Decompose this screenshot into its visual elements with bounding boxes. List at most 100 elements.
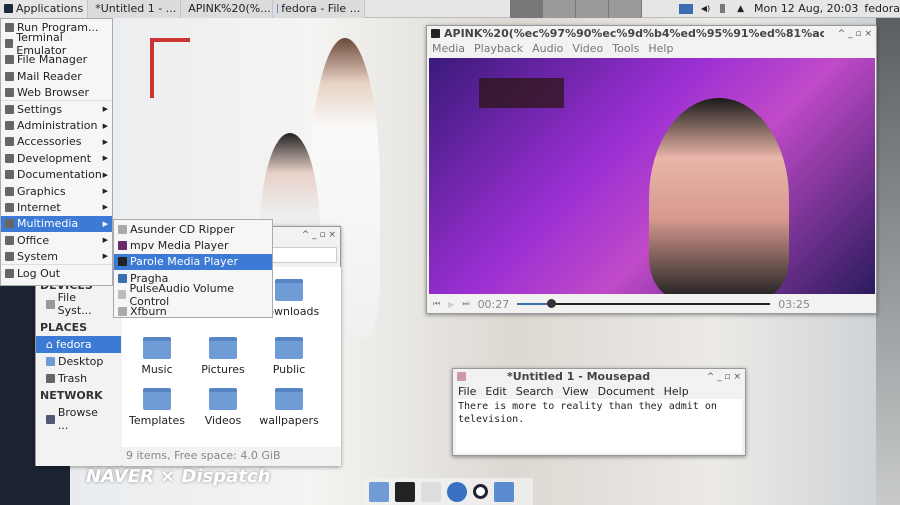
- clock[interactable]: Mon 12 Aug, 20:03: [754, 2, 858, 15]
- file-item-wallpapers[interactable]: wallpapers: [254, 388, 324, 427]
- next-icon[interactable]: ⏭: [462, 299, 469, 309]
- task-parole[interactable]: APINK%20(%...: [181, 0, 274, 18]
- menu-help[interactable]: Help: [648, 42, 673, 55]
- submenu-item-label: Asunder CD Ripper: [130, 222, 235, 236]
- folder-icon[interactable]: [494, 481, 514, 502]
- menu-item-label: Settings: [17, 102, 63, 116]
- menu-item-label: Internet: [17, 200, 61, 214]
- seek-slider[interactable]: [517, 299, 771, 308]
- file-item-label: wallpapers: [259, 414, 319, 427]
- battery-icon[interactable]: [720, 4, 726, 13]
- file-item-pictures[interactable]: Pictures: [188, 337, 258, 376]
- user-menu[interactable]: fedora: [864, 2, 900, 15]
- submenu-item-mpv-media-player[interactable]: mpv Media Player: [114, 237, 272, 253]
- menu-item-mail-reader[interactable]: Mail Reader: [1, 68, 112, 84]
- menu-bar: Media Playback Audio Video Tools Help: [427, 41, 876, 56]
- menu-item-accessories[interactable]: Accessories ▶: [1, 134, 112, 150]
- play-icon[interactable]: ▶: [448, 300, 454, 309]
- sidebar-item-fedora[interactable]: ⌂ fedora: [36, 336, 121, 353]
- workspace-1[interactable]: [509, 0, 543, 18]
- search-icon[interactable]: [473, 484, 488, 499]
- dock: [365, 478, 533, 505]
- submenu-item-parole-media-player[interactable]: Parole Media Player: [114, 253, 272, 271]
- text-editor-area[interactable]: There is more to reality than they admit…: [456, 399, 742, 453]
- menu-view[interactable]: View: [563, 385, 589, 398]
- text-editor-icon: [457, 372, 466, 381]
- sidebar-item-trash[interactable]: Trash: [36, 370, 121, 387]
- window-controls[interactable]: ^ _ ▫ ×: [838, 29, 872, 39]
- sidebar-item-filesystem[interactable]: File Syst...: [36, 289, 121, 319]
- folder-icon: [143, 337, 171, 359]
- menu-item-office[interactable]: Office ▶: [1, 232, 112, 248]
- label: Browse ...: [57, 406, 98, 432]
- file-item-templates[interactable]: Templates: [122, 388, 192, 427]
- menu-item-label: Web Browser: [17, 85, 90, 99]
- file-item-music[interactable]: Music: [122, 337, 192, 376]
- menu-item-label: Administration: [17, 119, 98, 133]
- label: File Syst...: [57, 291, 92, 317]
- menu-item-web-browser[interactable]: Web Browser: [1, 85, 112, 101]
- notification-bell-icon[interactable]: ▲: [737, 4, 744, 14]
- menu-bar: File Edit Search View Document Help: [453, 384, 745, 399]
- file-manager-icon[interactable]: [369, 481, 389, 502]
- task-mousepad[interactable]: *Untitled 1 - ...: [88, 0, 182, 18]
- submenu-item-label: Xfburn: [130, 304, 167, 318]
- menu-item-terminal-emulator[interactable]: Terminal Emulator: [1, 31, 112, 57]
- file-cabinet-icon[interactable]: [421, 481, 441, 502]
- file-item-public[interactable]: Public: [254, 337, 324, 376]
- previous-icon[interactable]: ⏮: [433, 299, 440, 309]
- menu-file[interactable]: File: [458, 385, 476, 398]
- folder-icon: [275, 388, 303, 410]
- workspace-2[interactable]: [542, 0, 576, 18]
- applications-menu-button[interactable]: Applications: [0, 0, 89, 18]
- file-item-videos[interactable]: Videos: [188, 388, 258, 427]
- menu-item-settings[interactable]: Settings ▶: [1, 101, 112, 117]
- submenu-item-asunder-cd-ripper[interactable]: Asunder CD Ripper: [114, 221, 272, 237]
- workspace-4[interactable]: [608, 0, 642, 18]
- folder-icon: [209, 388, 237, 410]
- menu-item-log-out[interactable]: Log Out: [1, 265, 112, 281]
- menu-media[interactable]: Media: [432, 42, 465, 55]
- label: Trash: [58, 372, 88, 385]
- folder-icon: [209, 337, 237, 359]
- menu-video[interactable]: Video: [572, 42, 603, 55]
- video-display[interactable]: [429, 58, 875, 294]
- menu-item-graphics[interactable]: Graphics ▶: [1, 183, 112, 199]
- menu-item-documentation[interactable]: Documentation ▶: [1, 167, 112, 183]
- task-file-manager[interactable]: fedora - File ...: [273, 0, 366, 18]
- menu-item-icon: [5, 104, 14, 114]
- menu-item-file-manager[interactable]: File Manager: [1, 52, 112, 68]
- menu-document[interactable]: Document: [598, 385, 655, 398]
- menu-search[interactable]: Search: [516, 385, 554, 398]
- menu-item-icon: [5, 251, 14, 261]
- menu-item-administration[interactable]: Administration ▶: [1, 117, 112, 133]
- menu-item-internet[interactable]: Internet ▶: [1, 199, 112, 215]
- menu-item-icon: [5, 186, 14, 196]
- submenu-item-xfburn[interactable]: Xfburn: [114, 303, 272, 319]
- menu-tools[interactable]: Tools: [612, 42, 639, 55]
- sidebar-item-browse-network[interactable]: Browse ...: [36, 404, 121, 434]
- window-title: *Untitled 1 - Mousepad: [507, 370, 651, 383]
- submenu-item-pulseaudio-volume-control[interactable]: PulseAudio Volume Control: [114, 282, 272, 308]
- workspace-3[interactable]: [575, 0, 609, 18]
- menu-item-multimedia[interactable]: Multimedia ▶: [1, 215, 112, 233]
- menu-item-system[interactable]: System ▶: [1, 248, 112, 265]
- volume-icon[interactable]: ◀): [701, 4, 710, 13]
- app-icon: [118, 257, 127, 267]
- menu-help[interactable]: Help: [664, 385, 689, 398]
- window-controls[interactable]: ^ _ ▫ ×: [707, 372, 741, 382]
- network-icon[interactable]: [678, 3, 693, 14]
- window-controls[interactable]: ^ _ ▫ ×: [302, 230, 336, 240]
- menu-item-development[interactable]: Development ▶: [1, 150, 112, 166]
- menu-edit[interactable]: Edit: [485, 385, 506, 398]
- seek-handle[interactable]: [546, 299, 556, 308]
- menu-audio[interactable]: Audio: [532, 42, 563, 55]
- task-label: APINK%20(%...: [188, 2, 271, 15]
- app-icon: [118, 306, 127, 316]
- terminal-icon[interactable]: [395, 481, 415, 502]
- label: fedora: [55, 338, 92, 351]
- web-browser-icon[interactable]: [447, 481, 467, 502]
- file-item-label: Pictures: [201, 363, 245, 376]
- sidebar-item-desktop[interactable]: Desktop: [36, 353, 121, 370]
- menu-playback[interactable]: Playback: [474, 42, 523, 55]
